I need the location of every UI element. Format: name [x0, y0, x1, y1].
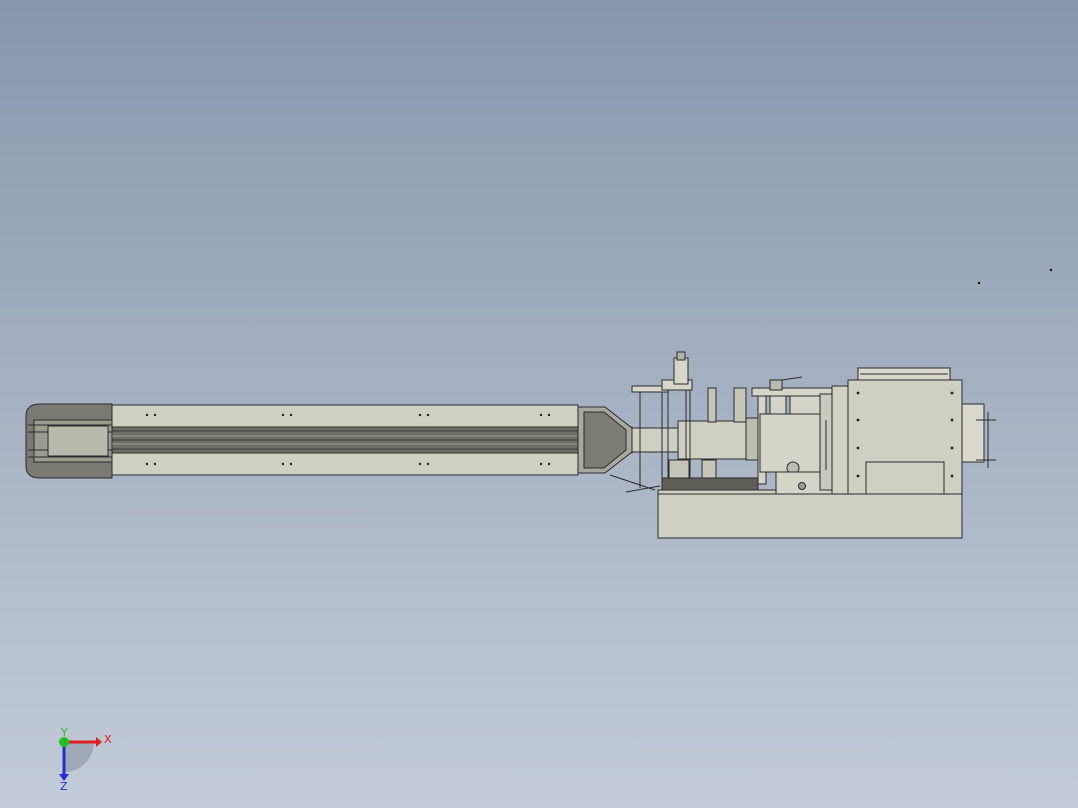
x-axis-label: X [104, 733, 112, 746]
z-axis-label: Z [60, 780, 68, 793]
cad-model-assembly[interactable] [0, 0, 1078, 808]
left-end-cap[interactable] [25, 403, 113, 479]
y-axis-label: Y [60, 728, 68, 739]
triad-plane-shade [64, 742, 94, 772]
motor-housing[interactable] [847, 367, 996, 495]
linear-beam[interactable] [111, 404, 633, 476]
drive-shaft-housing[interactable] [631, 417, 763, 461]
center-mechanism[interactable] [751, 376, 851, 495]
x-axis-head-icon [96, 737, 102, 747]
sketch-points [977, 268, 1053, 285]
orientation-triad: X Y Z [59, 728, 112, 793]
cad-graphics-viewport[interactable]: X Y Z [0, 0, 1078, 808]
left-support-frame[interactable] [631, 351, 747, 488]
